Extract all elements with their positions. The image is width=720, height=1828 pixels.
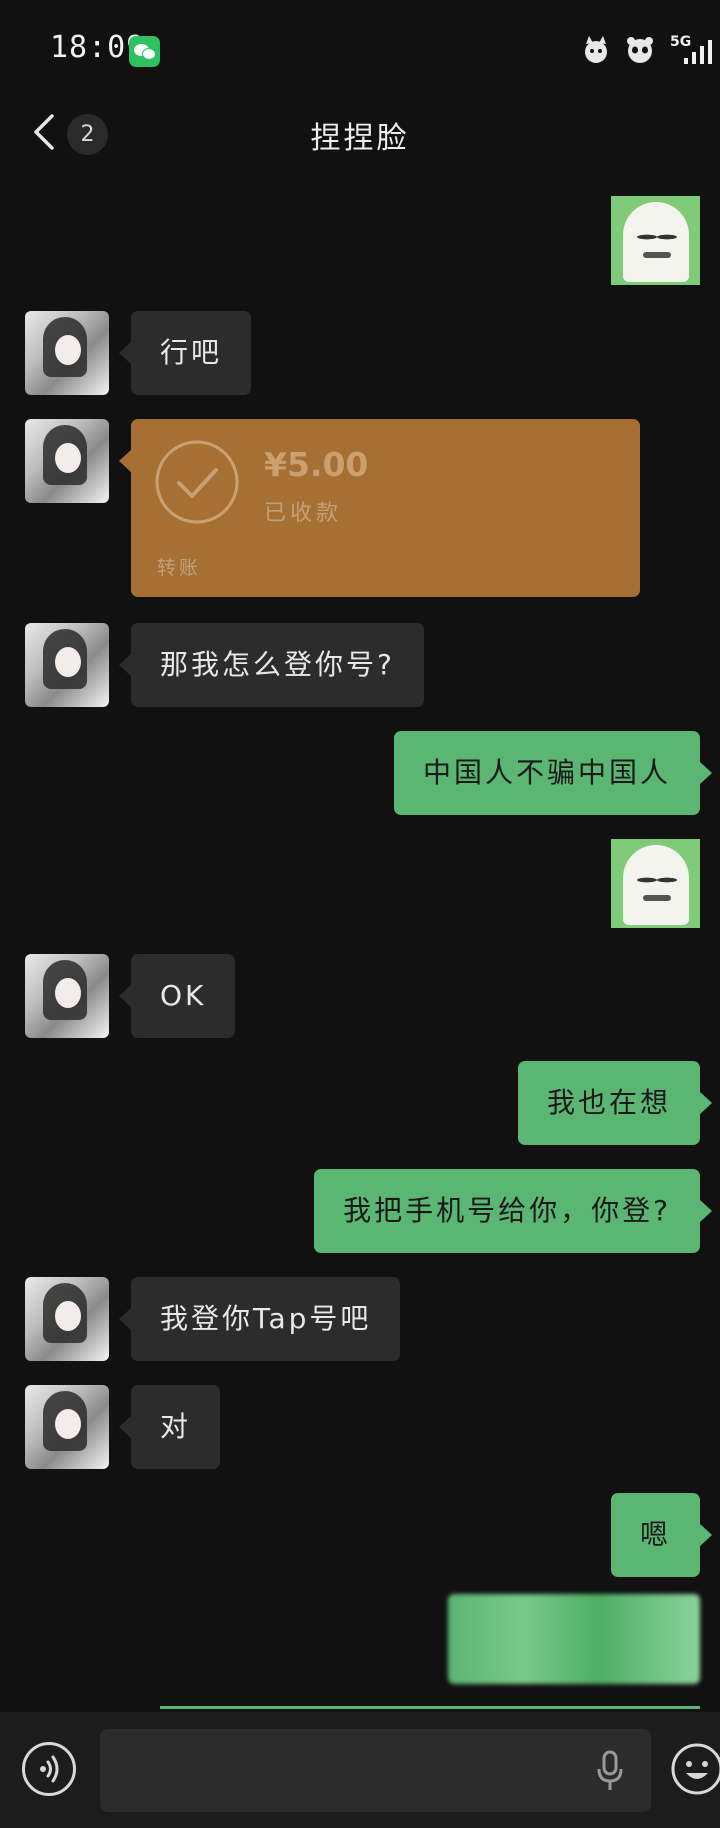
incoming-message[interactable]: 对 xyxy=(118,1385,221,1469)
contact-avatar[interactable] xyxy=(25,954,109,1038)
signal-strength-icon xyxy=(684,40,712,64)
contact-avatar[interactable] xyxy=(25,623,109,707)
contact-avatar[interactable] xyxy=(25,1277,109,1361)
incoming-message[interactable]: 行吧 xyxy=(118,311,252,395)
emoji-icon[interactable] xyxy=(670,1742,720,1796)
contact-avatar[interactable] xyxy=(25,311,109,395)
incoming-message[interactable]: OK xyxy=(118,954,236,1038)
outgoing-message[interactable]: 嗯 xyxy=(610,1493,713,1577)
meme-sticker[interactable] xyxy=(611,839,700,928)
wechat-notification-icon xyxy=(129,36,160,67)
transfer-amount: ¥5.00 xyxy=(264,445,369,484)
panda-app-icon xyxy=(627,37,653,63)
chat-title[interactable]: 捏捏脸 xyxy=(0,113,720,157)
contact-avatar[interactable] xyxy=(25,419,109,503)
transfer-card[interactable]: ¥5.00 已收款 转账 xyxy=(119,419,640,597)
cat-app-icon xyxy=(585,36,607,63)
meme-sticker[interactable] xyxy=(611,196,700,285)
voice-icon xyxy=(40,1755,59,1783)
transfer-status: 已收款 xyxy=(264,501,343,526)
microphone-icon[interactable] xyxy=(594,1750,626,1792)
voice-mode-button[interactable] xyxy=(22,1742,76,1796)
transfer-label: 转账 xyxy=(157,557,202,579)
outgoing-message[interactable]: 中国人不骗中国人 xyxy=(393,731,713,815)
received-check-icon xyxy=(155,440,239,524)
outgoing-message[interactable]: 我把手机号给你，你登? xyxy=(314,1169,712,1253)
incoming-message[interactable]: 我登你Tap号吧 xyxy=(118,1277,401,1361)
contact-avatar[interactable] xyxy=(25,1385,109,1469)
message-input[interactable] xyxy=(100,1729,651,1812)
incoming-message[interactable]: 那我怎么登你号? xyxy=(119,623,424,707)
outgoing-message[interactable]: 我也在想 xyxy=(517,1061,713,1145)
censored-image[interactable] xyxy=(448,1594,700,1684)
partial-message-edge xyxy=(160,1706,700,1709)
